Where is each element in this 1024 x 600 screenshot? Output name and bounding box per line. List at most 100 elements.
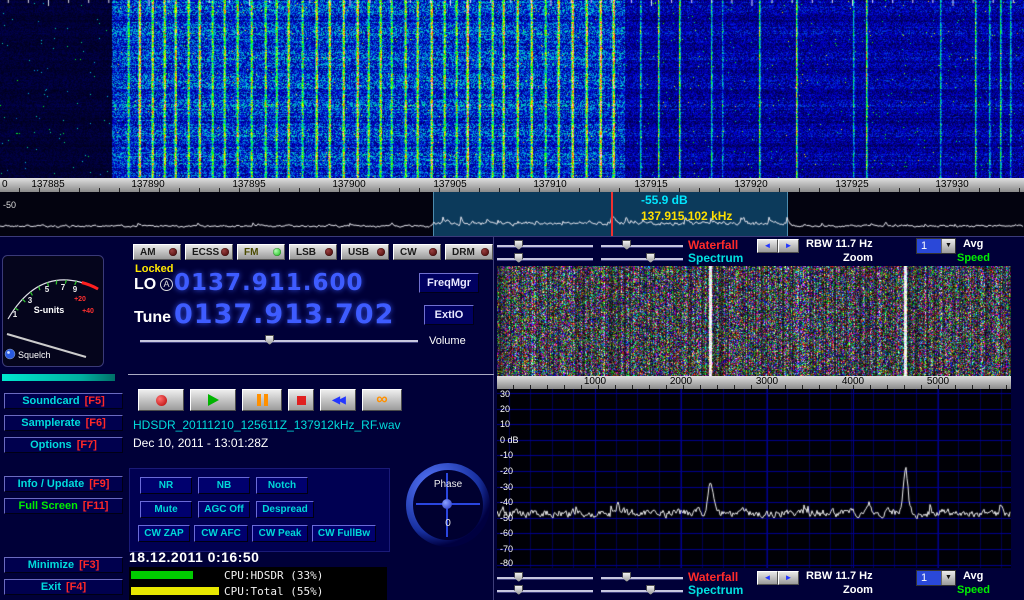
db-axis-label: -80 [500,558,513,568]
extio-button[interactable]: ExtIO [424,305,474,325]
main-spectrum-display[interactable]: -50 -55.9 dB 137.915.102 kHz [0,192,1024,236]
slider-thumb[interactable] [514,253,523,263]
frequency-shift-buttons: ◄ ► [757,571,799,585]
chevron-down-icon[interactable]: ▼ [941,571,955,585]
volume-slider[interactable] [140,334,418,346]
button-hotkey: [F5] [85,395,105,407]
waterfall-label: Waterfall [688,238,738,252]
waterfall-label: Waterfall [688,570,738,584]
lower-spectrum-range-slider[interactable] [497,584,593,596]
nr-button[interactable]: NR [140,477,192,494]
slider-thumb[interactable] [514,572,523,582]
audio-frequency-scale[interactable]: 1000 2000 3000 4000 5000 [497,376,1011,389]
spectrum-label: Spectrum [688,251,743,265]
upper-spectrum-zoom-slider[interactable] [601,252,683,264]
slider-track [601,577,683,579]
upper-waterfall-contrast-slider[interactable] [601,239,683,251]
squelch-label: Squelch [18,350,51,360]
fullscreen-button[interactable]: Full Screen [F11] [4,498,123,514]
lower-waterfall-contrast-slider[interactable] [601,571,683,583]
db-axis-label: 20 [500,404,510,414]
phase-control[interactable]: Phase 0 [406,463,490,547]
agc-button[interactable]: AGC Off [198,501,250,518]
select-value: 1 [917,239,941,253]
cw-fullbw-button[interactable]: CW FullBw [312,525,376,542]
frequency-tick-label: 137930 [930,179,974,190]
s-meter: 1 3 5 7 9 +20 +40 S-units Squelch [2,255,104,367]
upper-spectrum-range-slider[interactable] [497,252,593,264]
record-button[interactable] [138,389,184,411]
cw-afc-button[interactable]: CW AFC [194,525,248,542]
lo-a-badge[interactable]: A [160,278,173,291]
chevron-down-icon[interactable]: ▼ [941,239,955,253]
db-axis-label: -20 [500,466,513,476]
slider-thumb[interactable] [514,585,523,595]
tune-label: Tune [134,309,171,327]
volume-label: Volume [429,335,466,347]
shift-right-button[interactable]: ► [778,239,799,253]
button-label: FreqMgr [427,277,471,289]
spectrum-db-label: -50 [3,200,16,210]
slider-track [497,258,593,260]
freqmgr-button[interactable]: FreqMgr [419,273,479,293]
phase-value: 0 [413,518,483,529]
button-label: NB [217,480,231,491]
shift-left-button[interactable]: ◄ [757,571,778,585]
slider-thumb[interactable] [265,335,274,345]
slider-thumb[interactable] [622,240,631,250]
play-button[interactable] [190,389,236,411]
main-frequency-scale[interactable]: 0 137885 137890 137895 137900 137905 137… [0,178,1024,192]
cw-peak-button[interactable]: CW Peak [252,525,308,542]
avg-speed-select[interactable]: 1 ▼ [916,238,956,254]
hz-tick-label: 5000 [918,376,958,387]
rewind-button[interactable]: ◀◀ [320,389,356,411]
db-axis-label: -10 [500,450,513,460]
main-spectrum-trace [0,192,1024,236]
pause-button[interactable] [242,389,282,411]
soundcard-button[interactable]: Soundcard [F5] [4,393,123,409]
options-button[interactable]: Options [F7] [4,437,123,453]
tune-frequency-display[interactable]: 0137.913.702 [174,299,394,330]
button-label: CW Peak [259,528,302,539]
info-update-button[interactable]: Info / Update [F9] [4,476,123,492]
notch-button[interactable]: Notch [256,477,308,494]
slider-thumb[interactable] [514,240,523,250]
main-waterfall-display[interactable] [0,0,1024,178]
button-hotkey: [F9] [89,478,109,490]
samplerate-button[interactable]: Samplerate [F6] [4,415,123,431]
loop-button[interactable]: ∞ [362,389,402,411]
frequency-tick-label: 137895 [227,179,271,190]
select-value: 1 [917,571,941,585]
cursor-frequency-readout: 137.915.102 kHz [641,209,732,223]
frequency-tick-label: 137885 [26,179,70,190]
hz-tick-label: 1000 [575,376,615,387]
despread-button[interactable]: Despread [256,501,314,518]
button-hotkey: [F6] [86,417,106,429]
rbw-readout: RBW 11.7 Hz [806,238,873,250]
squelch-knob[interactable] [5,349,15,359]
signal-level-bar [2,374,115,381]
upper-waterfall-brightness-slider[interactable] [497,239,593,251]
shift-left-button[interactable]: ◄ [757,239,778,253]
db-axis-label: -50 [500,513,513,523]
cursor-db-readout: -55.9 dB [641,193,688,207]
slider-thumb[interactable] [646,253,655,263]
cw-zap-button[interactable]: CW ZAP [138,525,190,542]
nb-button[interactable]: NB [198,477,250,494]
zoomed-spectrum-display[interactable]: 30 20 10 0 dB -10 -20 -30 -40 -50 -60 -7… [497,389,1011,568]
shift-right-button[interactable]: ► [778,571,799,585]
lower-waterfall-brightness-slider[interactable] [497,571,593,583]
stop-button[interactable] [288,389,314,411]
slider-thumb[interactable] [646,585,655,595]
slider-track [601,590,683,592]
mute-button[interactable]: Mute [140,501,192,518]
tune-frequency-marker [611,192,613,236]
zoom-label: Zoom [843,584,873,596]
zoomed-waterfall-display[interactable] [497,266,1011,376]
avg-speed-select[interactable]: 1 ▼ [916,570,956,586]
button-hotkey: [F7] [77,439,97,451]
pause-icon [257,394,268,406]
lo-frequency-display[interactable]: 0137.911.600 [174,270,364,296]
slider-thumb[interactable] [622,572,631,582]
lower-spectrum-zoom-slider[interactable] [601,584,683,596]
